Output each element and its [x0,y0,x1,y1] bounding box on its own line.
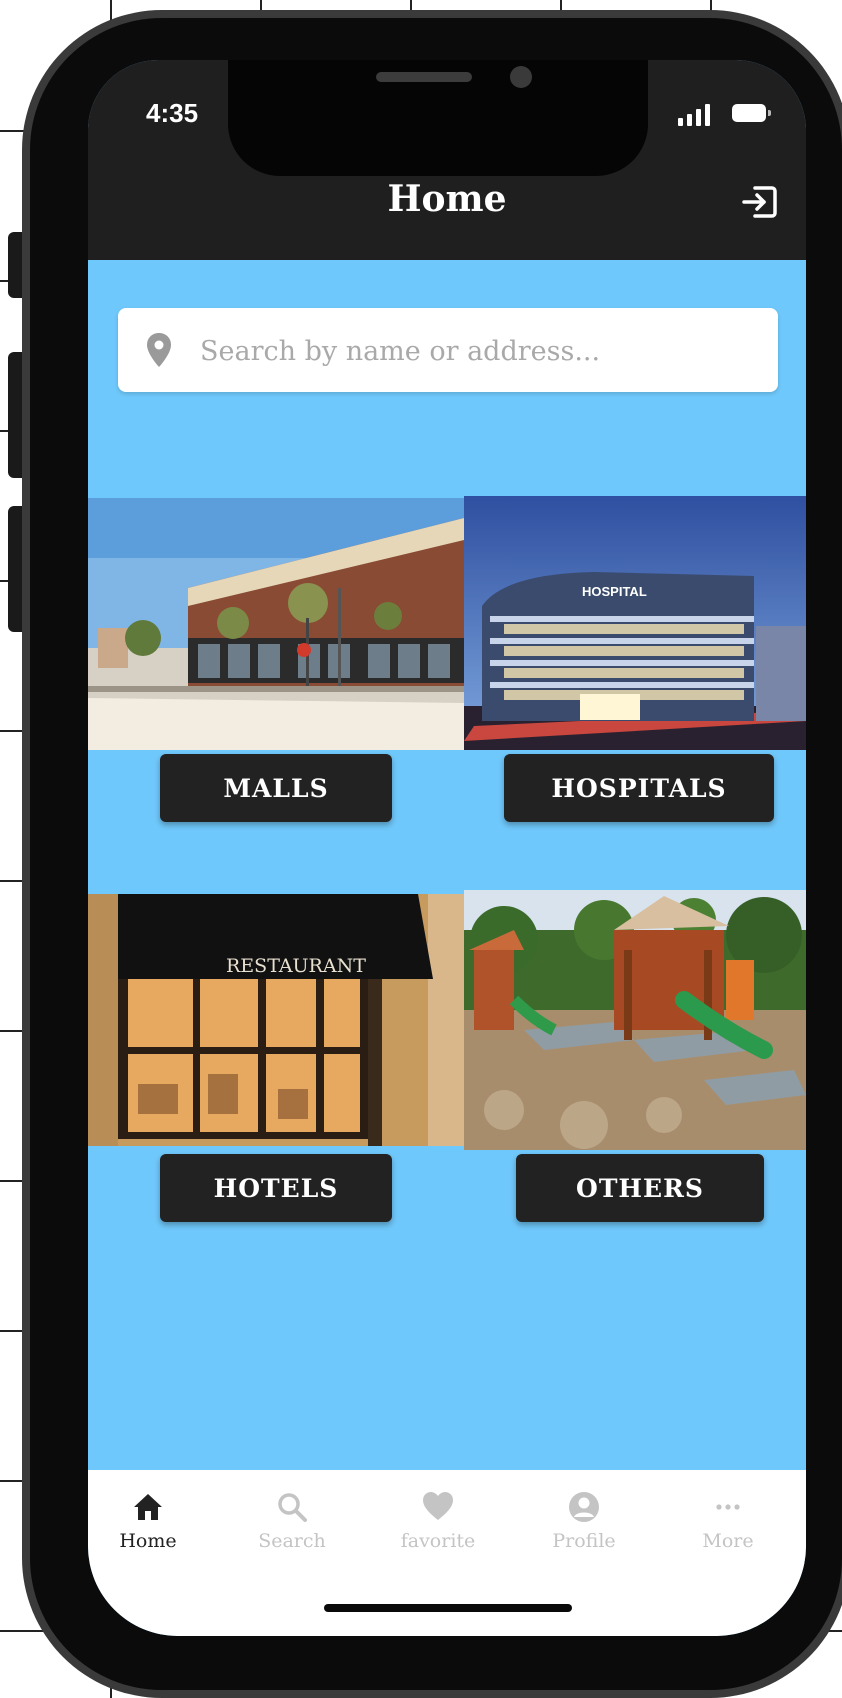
nav-search-label: Search [258,1530,326,1552]
front-camera [510,66,532,88]
search-bar [118,308,778,392]
location-pin-icon [146,332,172,368]
malls-button[interactable]: MALLS [160,754,392,822]
hotels-button[interactable]: HOTELS [160,1154,392,1222]
heart-icon [423,1492,453,1520]
playground-image[interactable] [464,890,806,1150]
status-time: 4:35 [146,98,199,128]
battery-icon [732,104,771,122]
nav-profile-label: Profile [552,1530,616,1552]
page-title: Home [387,178,507,220]
home-icon [134,1494,162,1520]
mall-image[interactable] [88,498,464,750]
nav-favorite-label: favorite [400,1530,476,1552]
nav-home-label: Home [119,1530,177,1552]
search-icon [278,1493,307,1522]
nav-search[interactable]: Search [232,1490,352,1552]
nav-home[interactable]: Home [88,1490,208,1552]
svg-text:RESTAURANT: RESTAURANT [226,955,366,977]
svg-text:HOSPITAL: HOSPITAL [582,584,647,599]
nav-profile[interactable]: Profile [524,1490,644,1552]
restaurant-image[interactable]: RESTAURANT [88,894,464,1146]
app-screen: 4:35 Home Search by name or address... H… [88,60,806,1636]
hospitals-button[interactable]: HOSPITALS [504,754,774,822]
speaker-grille [376,72,472,82]
nav-more-label: More [702,1530,754,1552]
bottom-navigation: Home Search favorite Profile More [88,1470,806,1636]
nav-favorite[interactable]: favorite [378,1490,498,1552]
notch [228,60,648,176]
others-button[interactable]: OTHERS [516,1154,764,1222]
home-indicator[interactable] [324,1604,572,1612]
nav-more[interactable]: More [668,1490,788,1552]
logout-icon[interactable] [740,182,780,222]
top-app-bar: 4:35 Home [88,60,806,260]
profile-icon [569,1492,599,1522]
signal-icon [678,104,714,126]
hospital-image[interactable]: HOSPITAL [464,496,806,750]
more-icon [716,1504,740,1510]
search-input[interactable] [198,324,762,378]
